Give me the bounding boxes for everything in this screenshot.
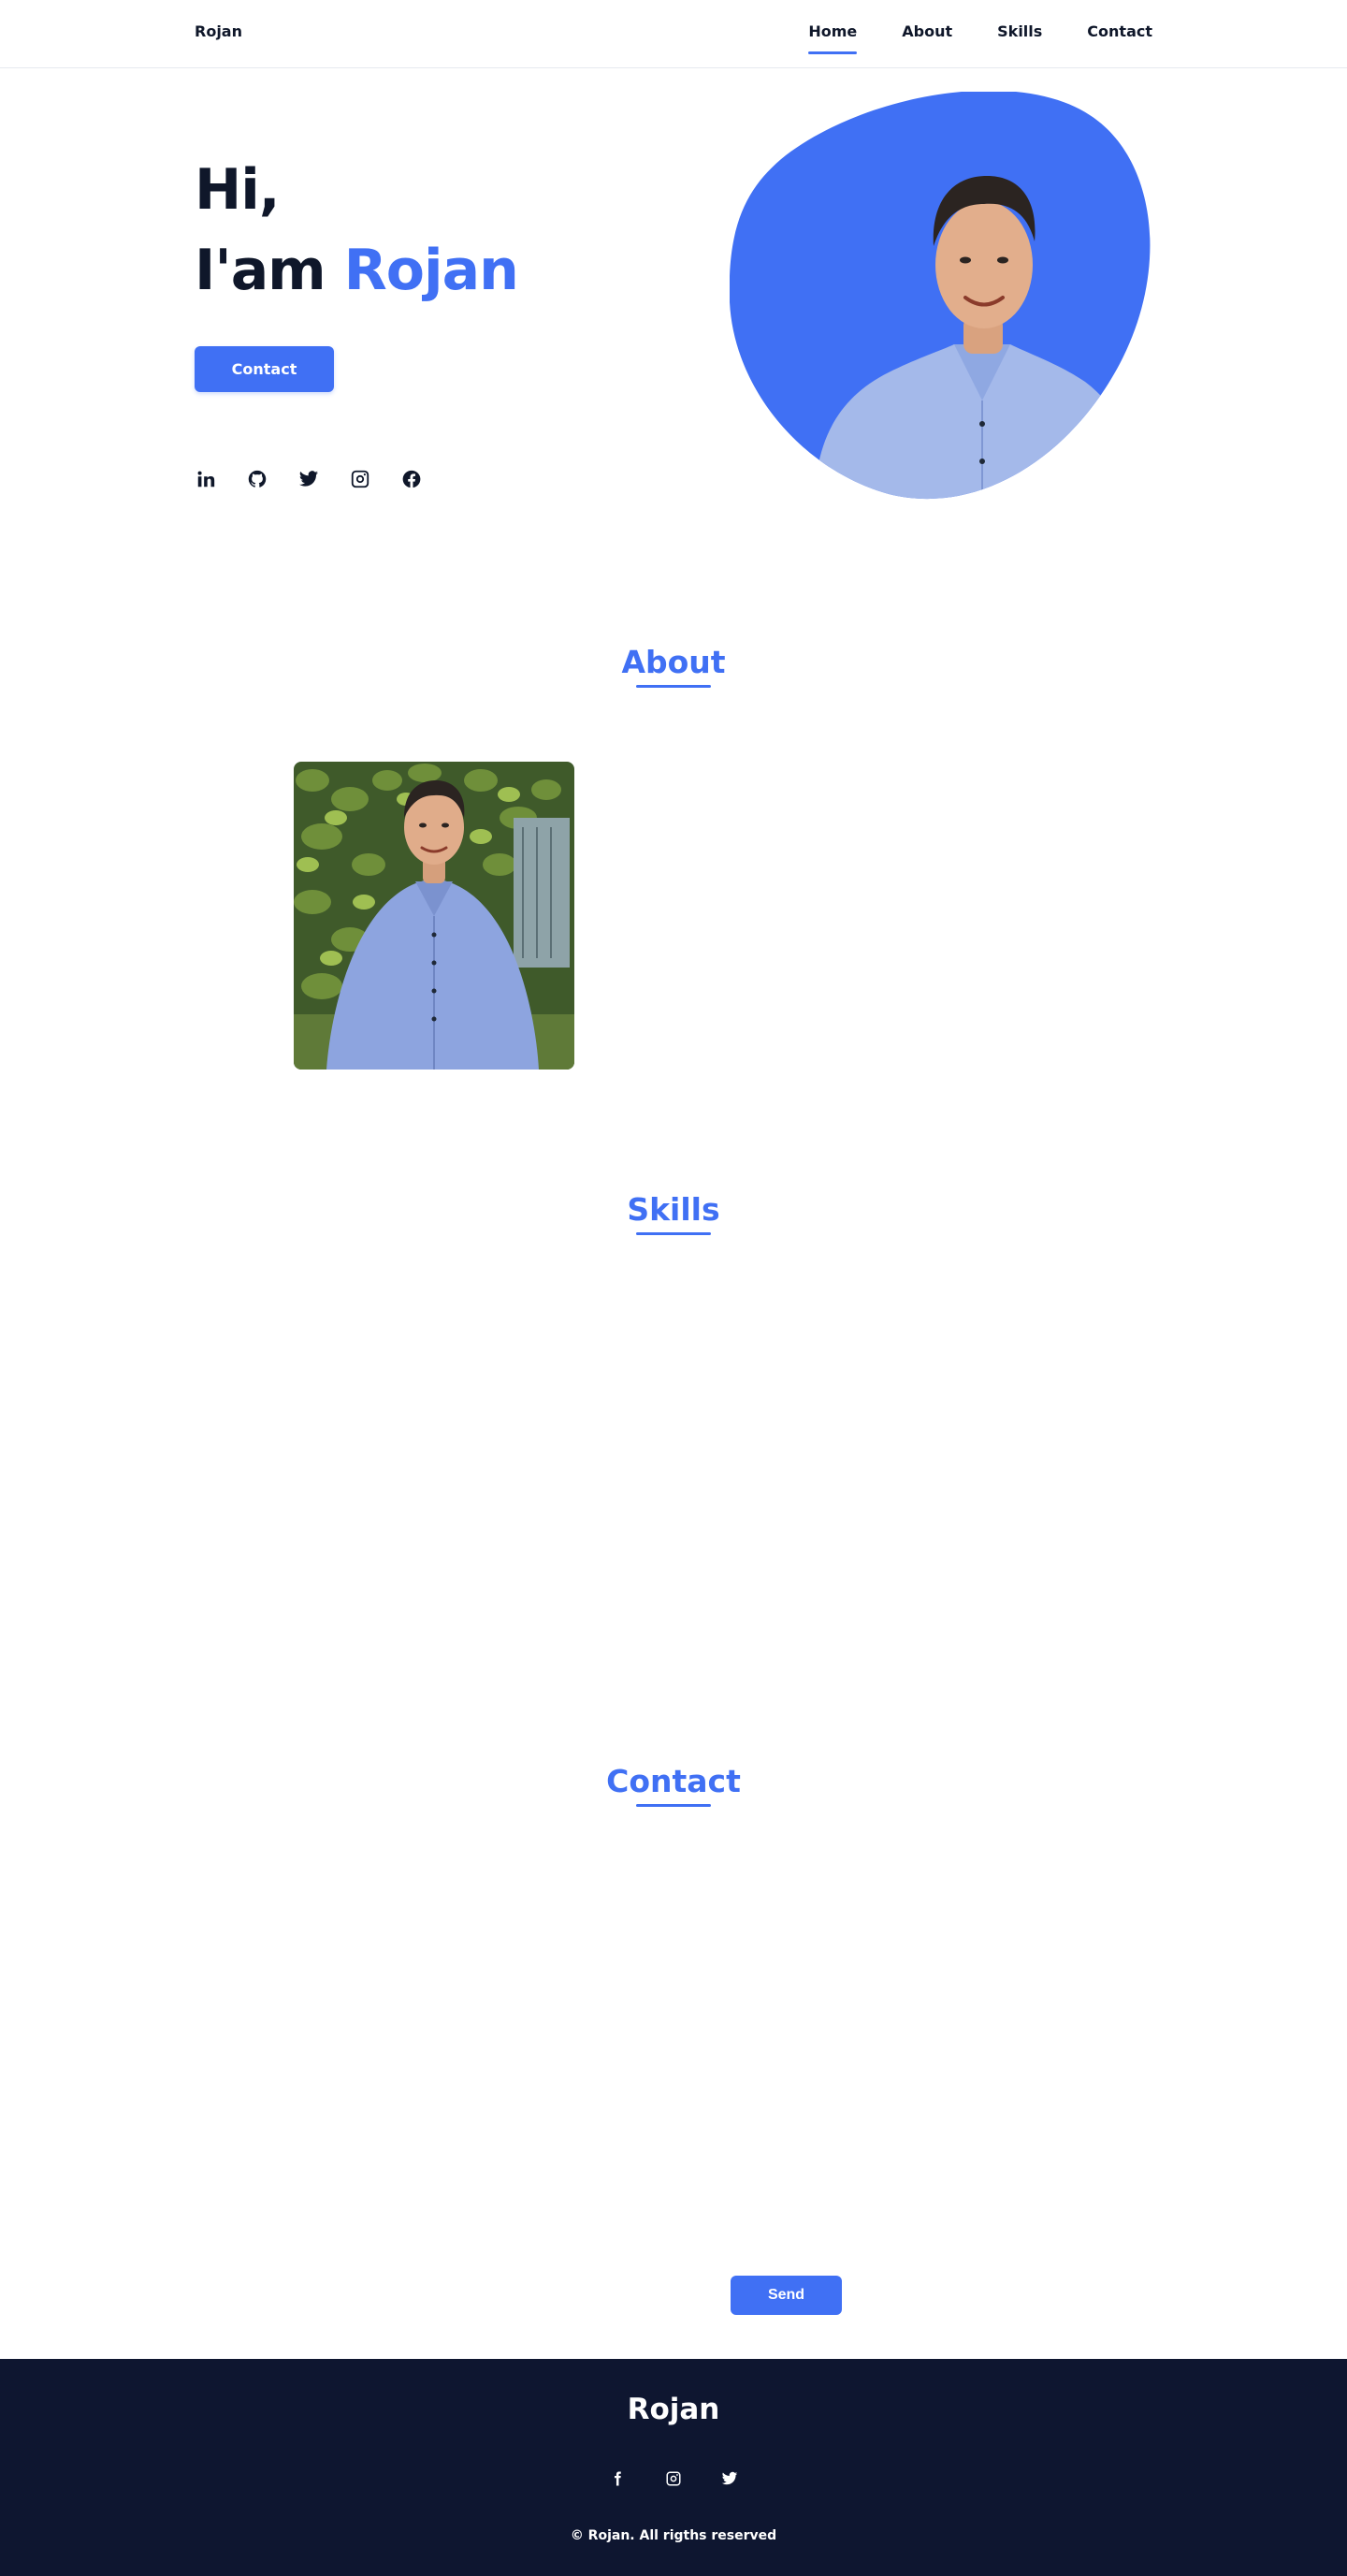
- hero-intro: I'am: [195, 238, 326, 303]
- about-section-title: About: [0, 644, 1347, 680]
- brand-logo[interactable]: Rojan: [195, 22, 242, 40]
- twitter-icon[interactable]: [297, 468, 320, 490]
- nav-contact[interactable]: Contact: [1087, 22, 1152, 54]
- copyright-text: © Rojan. All rigths reserved: [570, 2528, 777, 2543]
- site-header: Rojan Home About Skills Contact: [0, 0, 1347, 68]
- hero-intro-line: I'am Rojan: [195, 230, 519, 311]
- instagram-icon[interactable]: [662, 2467, 685, 2490]
- nav-about[interactable]: About: [902, 22, 952, 54]
- github-icon[interactable]: [246, 468, 268, 490]
- nav-skills[interactable]: Skills: [997, 22, 1042, 54]
- site-footer: Rojan © Rojan. All rigths reserved: [0, 2359, 1347, 2576]
- skills-title: Skills: [627, 1191, 720, 1228]
- skills-section-title: Skills: [0, 1191, 1347, 1228]
- hero-greeting: Hi,: [195, 157, 281, 223]
- contact-title: Contact: [606, 1763, 741, 1799]
- hero-title: Hi, I'am Rojan: [195, 150, 519, 311]
- contact-section-title: Contact: [0, 1763, 1347, 1799]
- hero-portrait: [729, 90, 1156, 505]
- linkedin-icon[interactable]: [195, 468, 217, 490]
- hero-social-links: [195, 468, 452, 490]
- nav-home[interactable]: Home: [808, 22, 857, 54]
- facebook-icon[interactable]: [400, 468, 423, 490]
- twitter-icon[interactable]: [718, 2467, 741, 2490]
- contact-button[interactable]: Contact: [195, 346, 334, 392]
- instagram-icon[interactable]: [349, 468, 371, 490]
- facebook-icon[interactable]: [606, 2467, 629, 2490]
- footer-social-links: [606, 2467, 775, 2490]
- about-title: About: [621, 644, 726, 680]
- about-photo: [294, 762, 574, 1070]
- send-button[interactable]: Send: [731, 2276, 842, 2315]
- main-nav: Home About Skills Contact: [763, 22, 1152, 54]
- hero-name: Rojan: [343, 238, 519, 303]
- footer-title: Rojan: [627, 2393, 720, 2426]
